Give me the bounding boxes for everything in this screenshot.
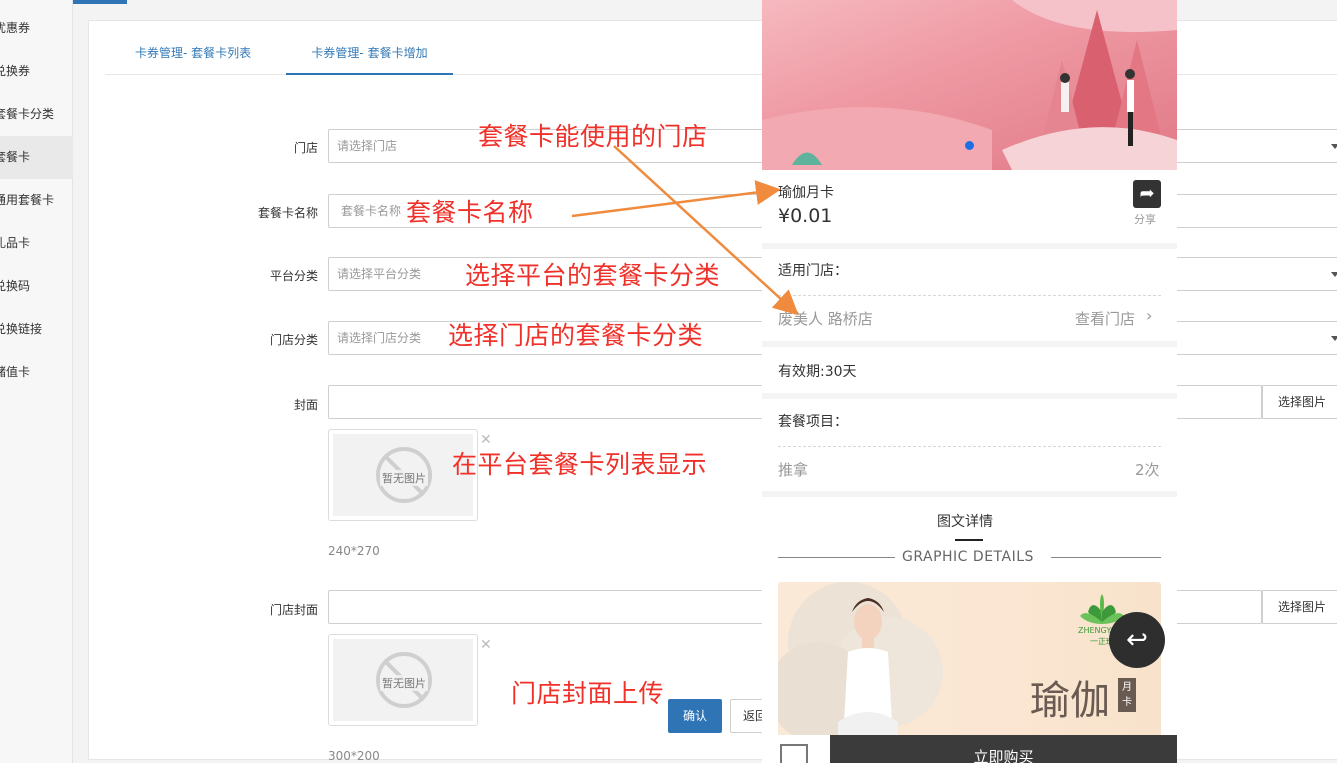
details-underline <box>955 539 983 541</box>
sidebar-item-label: 兑换链接 <box>0 322 43 336</box>
sidebar-item-label: 套餐卡分类 <box>0 107 55 121</box>
view-store-link[interactable]: 查看门店 <box>1075 308 1135 329</box>
active-top-indicator <box>73 0 127 4</box>
no-image-text: 暂无图片 <box>380 470 428 486</box>
annotation-cover: 在平台套餐卡列表显示 <box>452 450 708 479</box>
product-price: ¥0.01 <box>778 205 833 227</box>
store-cover-size-hint: 300*200 <box>328 749 380 763</box>
item-count: 2次 <box>1135 461 1160 479</box>
chevron-down-icon <box>1331 272 1337 277</box>
store-category-label: 门店分类 <box>269 333 318 347</box>
annotation-platform-category: 选择平台的套餐卡分类 <box>465 261 721 290</box>
chevron-right-icon: › <box>1146 306 1153 325</box>
poster-title: 瑜伽 <box>1030 678 1110 724</box>
buy-now-button[interactable]: 立即购买 <box>830 735 1177 763</box>
annotation-store: 套餐卡能使用的门店 <box>478 122 708 151</box>
no-image-text: 暂无图片 <box>380 675 428 691</box>
mobile-preview: 瑜伽月卡 ¥0.01 ➦ 分享 适用门店： 废美人 路桥店 查看门店 › 有效期… <box>762 0 1177 763</box>
chevron-down-icon <box>1331 144 1337 149</box>
banner-image <box>762 0 1177 170</box>
buy-now-label: 立即购买 <box>973 748 1034 763</box>
card-name-placeholder: 套餐卡名称 <box>341 204 402 218</box>
divider <box>778 446 1161 447</box>
platform-category-label: 平台分类 <box>269 269 318 283</box>
share-label[interactable]: 分享 <box>1134 211 1156 227</box>
sidebar-item-exchange-link[interactable]: 兑换链接 <box>0 308 73 351</box>
divider <box>778 295 1161 296</box>
sidebar-item-exchange-code[interactable]: 兑换码 <box>0 265 73 308</box>
tab-package-add[interactable]: 卡券管理- 套餐卡增加 <box>286 38 453 75</box>
store-placeholder: 请选择门店 <box>337 139 398 153</box>
divider <box>778 557 895 558</box>
sidebar: 优惠券 兑换券 套餐卡分类 套餐卡 通用套餐卡 礼品卡 兑换码 兑换链接 储值卡 <box>0 0 73 763</box>
sidebar-item-label: 储值卡 <box>0 365 31 379</box>
no-image-icon: 暂无图片 <box>376 447 432 503</box>
divider <box>1051 557 1161 558</box>
sidebar-item-stored-value-card[interactable]: 储值卡 <box>0 351 73 394</box>
carousel-dot[interactable] <box>965 141 974 150</box>
validity-text: 有效期:30天 <box>778 364 857 380</box>
store-cover-label: 门店封面 <box>269 603 318 617</box>
store-cover-thumbnail: 暂无图片 <box>328 634 478 726</box>
cover-label: 封面 <box>293 398 318 412</box>
page: 优惠券 兑换券 套餐卡分类 套餐卡 通用套餐卡 礼品卡 兑换码 兑换链接 储值卡… <box>0 0 1337 763</box>
back-icon[interactable]: ↩ <box>1109 612 1165 668</box>
details-title: 图文详情 <box>937 514 993 530</box>
chevron-down-icon <box>1331 336 1337 341</box>
share-icon[interactable]: ➦ <box>1133 180 1161 208</box>
sidebar-item-package-card[interactable]: 套餐卡 <box>0 136 73 179</box>
sidebar-item-label: 通用套餐卡 <box>0 193 55 207</box>
sidebar-item-label: 兑换码 <box>0 279 31 293</box>
annotation-card-name: 套餐卡名称 <box>406 198 534 227</box>
card-name-label: 套餐卡名称 <box>257 206 318 220</box>
sidebar-item-label: 优惠券 <box>0 21 31 35</box>
remove-store-cover-icon[interactable]: ✕ <box>480 637 492 653</box>
store-name: 废美人 路桥店 <box>778 310 873 328</box>
stores-heading: 适用门店： <box>778 263 848 279</box>
store-label: 门店 <box>293 141 318 155</box>
sidebar-item-exchange-coupon[interactable]: 兑换券 <box>0 50 73 93</box>
cover-size-hint: 240*270 <box>328 544 380 558</box>
sidebar-item-label: 套餐卡 <box>0 150 31 164</box>
platform-category-placeholder: 请选择平台分类 <box>337 267 422 281</box>
store-category-placeholder: 请选择门店分类 <box>337 331 422 345</box>
store-cover-pick-button[interactable]: 选择图片 <box>1262 590 1337 624</box>
items-heading: 套餐项目： <box>778 414 848 430</box>
sidebar-item-gift-card[interactable]: 礼品卡 <box>0 222 73 265</box>
sidebar-item-coupon[interactable]: 优惠券 <box>0 7 73 50</box>
annotation-store-category: 选择门店的套餐卡分类 <box>448 321 704 350</box>
confirm-button[interactable]: 确认 <box>668 699 722 733</box>
tab-package-list[interactable]: 卡券管理- 套餐卡列表 <box>135 38 251 75</box>
home-icon[interactable] <box>780 744 808 763</box>
product-title: 瑜伽月卡 <box>778 185 834 201</box>
sidebar-item-label: 礼品卡 <box>0 236 31 250</box>
item-name: 推拿 <box>778 461 809 479</box>
sidebar-item-general-package[interactable]: 通用套餐卡 <box>0 179 73 222</box>
poster-tag: 月卡 <box>1118 678 1136 712</box>
cover-pick-button[interactable]: 选择图片 <box>1262 385 1337 419</box>
details-subtitle: GRAPHIC DETAILS <box>902 549 1034 565</box>
annotation-store-cover: 门店封面上传 <box>511 679 665 708</box>
no-image-icon: 暂无图片 <box>376 652 432 708</box>
sidebar-item-package-category[interactable]: 套餐卡分类 <box>0 93 73 136</box>
sidebar-item-label: 兑换券 <box>0 64 31 78</box>
